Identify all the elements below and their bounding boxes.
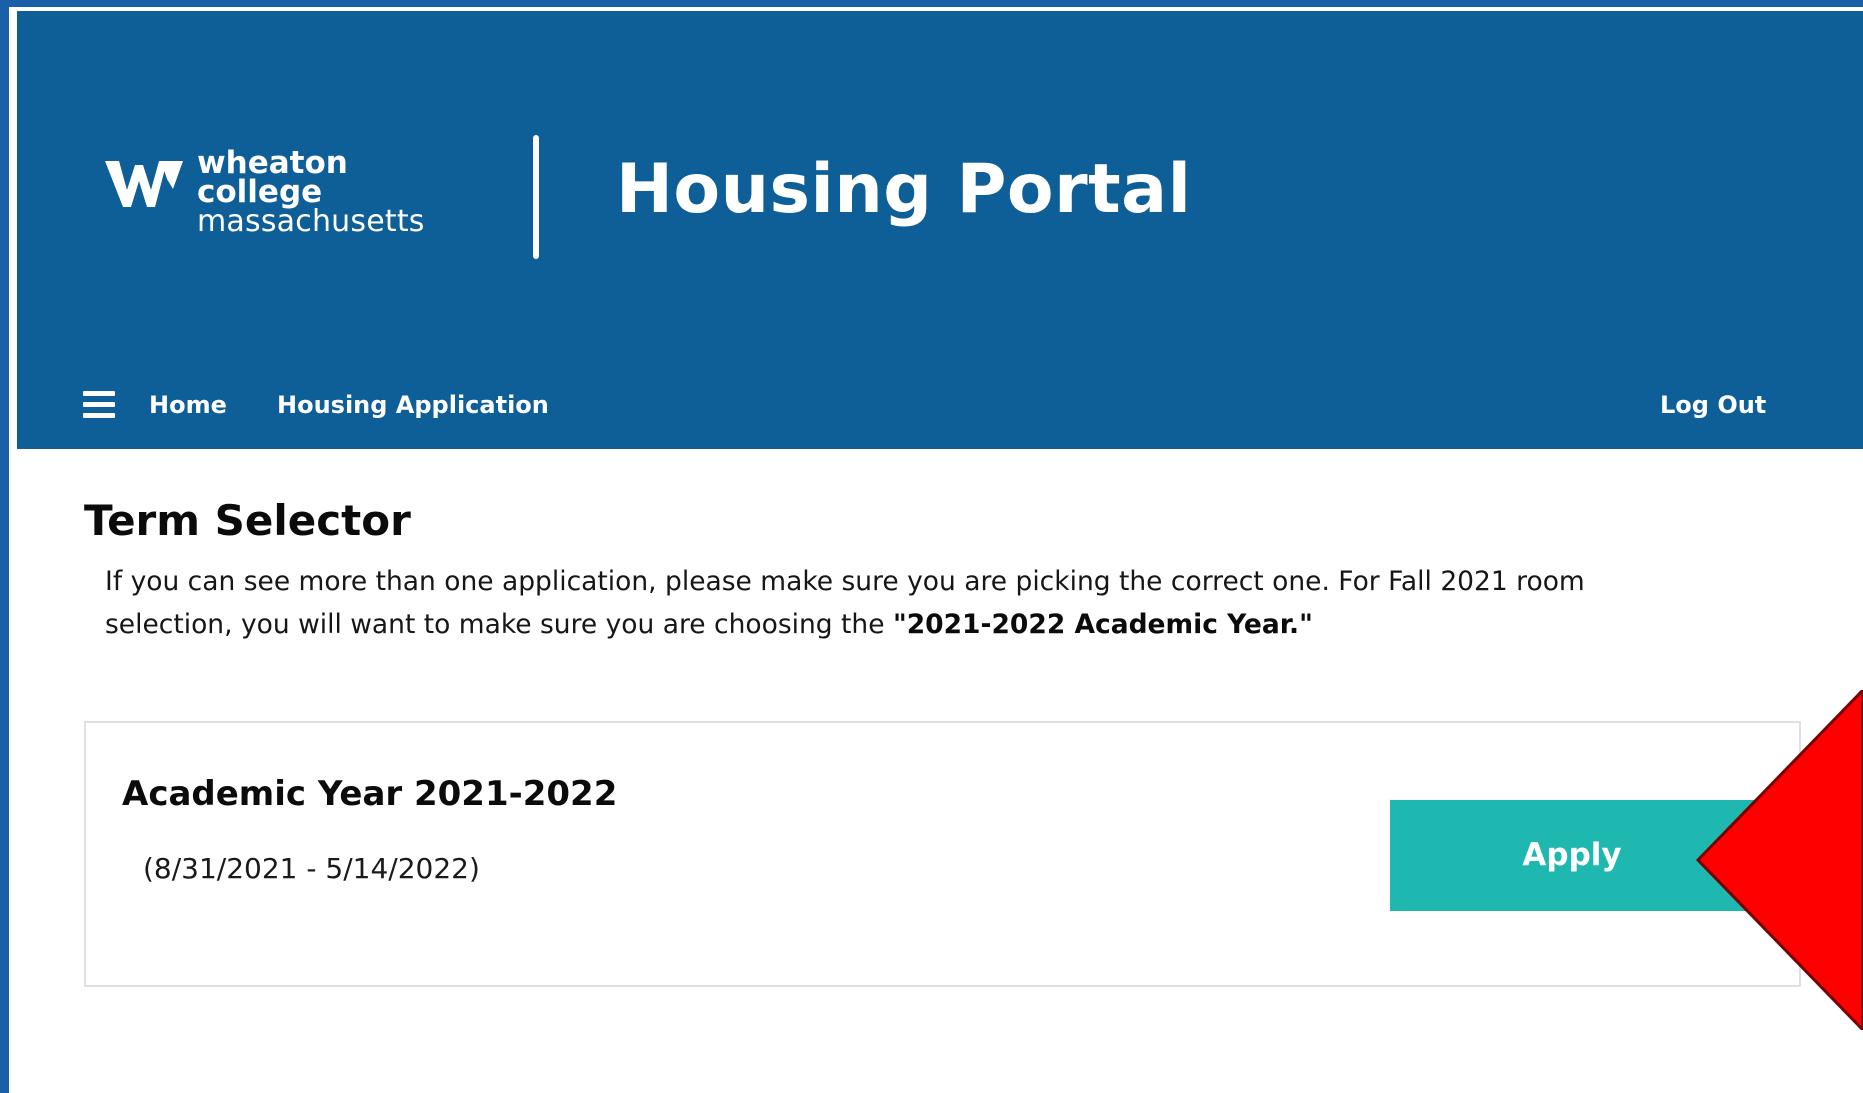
nav-link-home[interactable]: Home xyxy=(149,389,227,421)
logo-wordmark: wheaton college massachusetts xyxy=(197,148,425,239)
intro-text-emphasis: "2021-2022 Academic Year." xyxy=(892,609,1313,640)
hamburger-menu-icon[interactable] xyxy=(83,391,115,419)
term-name: Academic Year 2021-2022 xyxy=(122,774,618,814)
wheaton-w-logo-icon xyxy=(105,161,183,207)
nav-link-housing-application[interactable]: Housing Application xyxy=(277,389,549,421)
page-title: Term Selector xyxy=(84,496,411,545)
header-divider xyxy=(533,135,539,259)
intro-text: If you can see more than one application… xyxy=(105,560,1705,646)
logo-line-massachusetts: massachusetts xyxy=(197,204,425,239)
wheaton-college-logo[interactable]: wheaton college massachusetts xyxy=(105,148,445,249)
logo-line-college: college xyxy=(197,174,323,210)
intro-text-body: If you can see more than one application… xyxy=(105,566,1585,640)
term-card: Academic Year 2021-2022 (8/31/2021 - 5/1… xyxy=(84,721,1801,987)
red-arrow-pointer-icon xyxy=(1696,690,1863,1030)
logout-link[interactable]: Log Out xyxy=(1660,389,1766,421)
portal-title: Housing Portal xyxy=(616,150,1192,229)
main-nav: Home Housing Application Log Out xyxy=(17,375,1863,437)
frame-gap-left xyxy=(9,7,17,1093)
frame-border-left xyxy=(0,0,9,1093)
term-dates: (8/31/2021 - 5/14/2022) xyxy=(143,852,480,885)
frame-border-top xyxy=(0,0,1863,7)
